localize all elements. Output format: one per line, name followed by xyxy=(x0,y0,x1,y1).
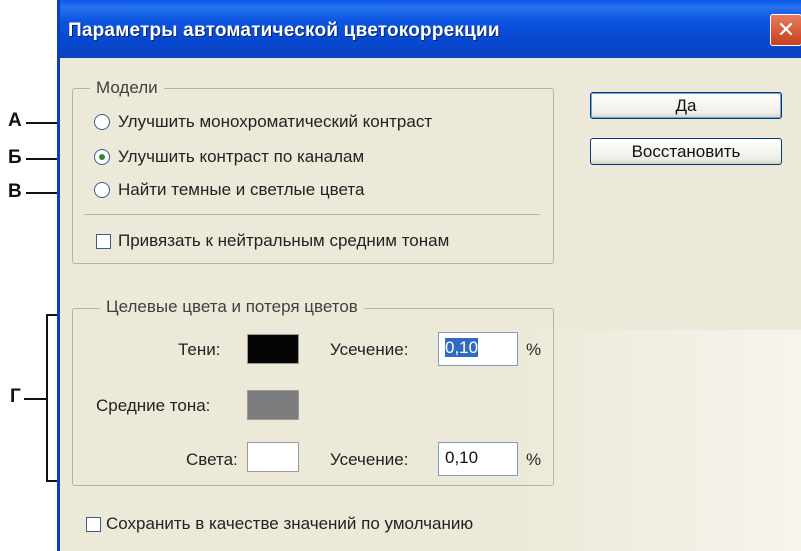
group-separator xyxy=(84,214,540,215)
save-defaults-checkbox[interactable] xyxy=(86,517,101,532)
algorithms-legend: Модели xyxy=(90,78,164,98)
shadows-color-swatch[interactable] xyxy=(247,334,299,364)
image-fade-overlay xyxy=(520,330,801,551)
callout-g: Г xyxy=(10,386,21,407)
reset-button[interactable]: Восстановить xyxy=(590,138,782,165)
option-label-monochromatic[interactable]: Улучшить монохроматический контраст xyxy=(118,112,432,132)
snap-neutral-midtones-checkbox[interactable] xyxy=(96,234,111,249)
shadows-percent-sign: % xyxy=(526,340,542,359)
callout-b: Б xyxy=(8,147,22,168)
close-button[interactable]: ✕ xyxy=(770,14,801,46)
ok-button[interactable]: Да xyxy=(590,92,782,119)
shadows-label: Тени: xyxy=(178,340,221,359)
shadows-clip-label: Усечение: xyxy=(330,340,409,359)
highlights-color-swatch[interactable] xyxy=(247,442,299,472)
auto-color-options-dialog: Параметры автоматической цветокоррекции … xyxy=(57,0,801,551)
shadows-clip-input[interactable]: 0,10 xyxy=(438,332,518,366)
snap-neutral-midtones-label[interactable]: Привязать к нейтральным средним тонам xyxy=(118,231,449,251)
radio-enhance-per-channel[interactable] xyxy=(94,149,110,165)
midtones-color-swatch[interactable] xyxy=(247,390,299,420)
dialog-title: Параметры автоматической цветокоррекции xyxy=(68,20,500,41)
shadows-clip-value: 0,10 xyxy=(445,338,479,357)
callout-v: В xyxy=(8,181,22,202)
title-bar[interactable]: Параметры автоматической цветокоррекции … xyxy=(60,0,801,58)
highlights-clip-input[interactable]: 0,10 xyxy=(438,442,518,476)
midtones-label: Средние тона: xyxy=(96,396,211,415)
callout-a: А xyxy=(8,110,22,131)
highlights-clip-label: Усечение: xyxy=(330,450,409,469)
callout-g-line xyxy=(24,398,46,400)
highlights-label: Света: xyxy=(186,450,238,469)
close-icon: ✕ xyxy=(776,17,796,42)
radio-enhance-monochromatic[interactable] xyxy=(94,114,110,130)
radio-find-dark-light[interactable] xyxy=(94,182,110,198)
option-label-per-channel[interactable]: Улучшить контраст по каналам xyxy=(118,147,364,167)
save-defaults-label[interactable]: Сохранить в качестве значений по умолчан… xyxy=(106,514,473,534)
target-colors-legend: Целевые цвета и потеря цветов xyxy=(100,297,364,317)
highlights-percent-sign: % xyxy=(526,450,542,469)
option-label-dark-light[interactable]: Найти темные и светлые цвета xyxy=(118,180,364,200)
